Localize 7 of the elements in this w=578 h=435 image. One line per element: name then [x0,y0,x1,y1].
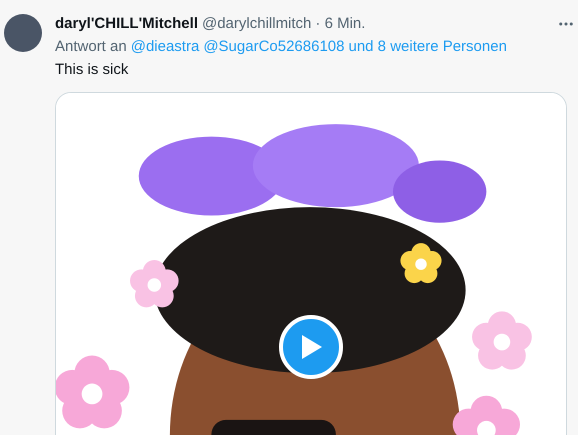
reply-label: Antwort an [55,37,127,57]
author-handle[interactable]: @darylchillmitch [202,14,312,34]
post-time[interactable]: · 6 Min. [315,14,366,34]
author-name[interactable]: daryl'CHILL'Mitchell [55,14,198,34]
tweet-text: This is sick [55,60,130,80]
avatar[interactable] [4,14,42,52]
play-icon [299,334,323,360]
